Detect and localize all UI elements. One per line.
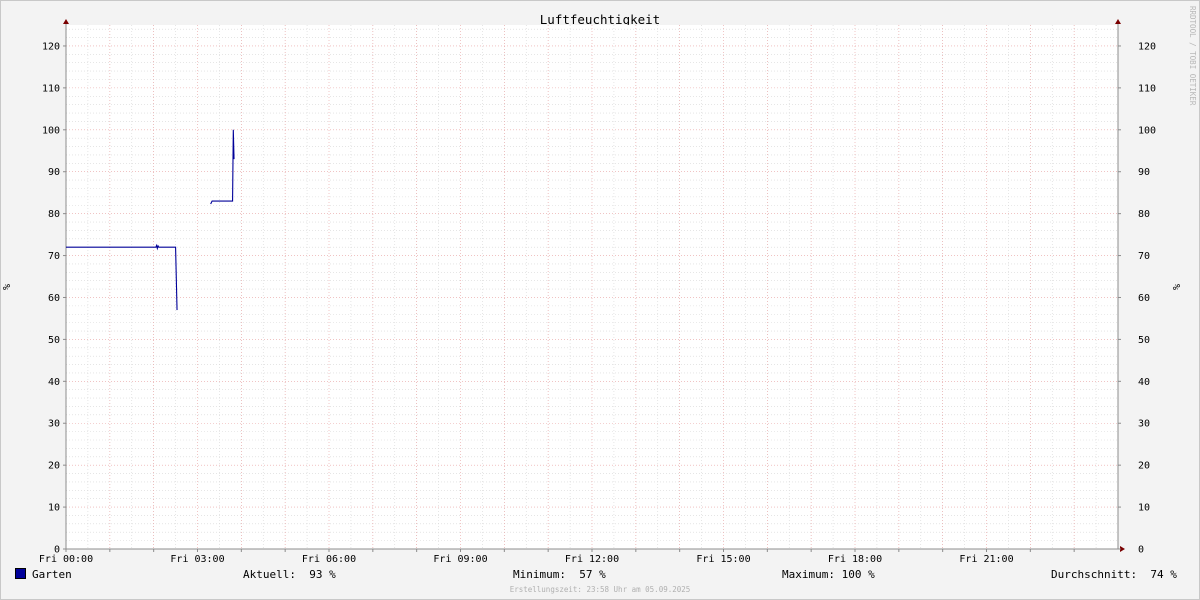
x-tick-label: Fri 09:00 xyxy=(433,554,487,565)
y-tick-label-right: 60 xyxy=(1138,293,1150,304)
legend-current-label: Aktuell: xyxy=(243,568,296,581)
legend-series-name: Garten xyxy=(32,568,72,581)
legend-avg-value: 74 % xyxy=(1150,568,1177,581)
legend-series: Garten xyxy=(15,568,72,581)
legend-average: Durchschnitt: 74 % xyxy=(1051,568,1177,581)
x-tick-label: Fri 18:00 xyxy=(828,554,882,565)
legend-current-value: 93 % xyxy=(309,568,336,581)
legend-maximum: Maximum: 100 % xyxy=(782,568,875,581)
y-tick-label-left: 110 xyxy=(42,83,60,94)
legend-min-label: Minimum: xyxy=(513,568,566,581)
legend-swatch xyxy=(15,568,26,579)
y-tick-label-left: 100 xyxy=(42,125,60,136)
legend-min-value: 57 % xyxy=(579,568,606,581)
y-tick-label-right: 10 xyxy=(1138,503,1150,514)
y-tick-label-left: 90 xyxy=(48,167,60,178)
y-tick-label-left: 30 xyxy=(48,419,60,430)
y-tick-label-left: 80 xyxy=(48,209,60,220)
legend-avg-label: Durchschnitt: xyxy=(1051,568,1138,581)
y-tick-label-right: 110 xyxy=(1138,83,1156,94)
chart-title: Luftfeuchtigkeit xyxy=(540,12,660,27)
x-tick-label: Fri 06:00 xyxy=(302,554,356,565)
y-tick-label-right: 0 xyxy=(1138,545,1144,556)
y-tick-label-right: 120 xyxy=(1138,41,1156,52)
legend: Garten Aktuell: 93 % Minimum: 57 % Maxim… xyxy=(0,568,1200,584)
y-tick-label-left: 10 xyxy=(48,503,60,514)
y-tick-label-right: 30 xyxy=(1138,419,1150,430)
y-tick-label-left: 20 xyxy=(48,461,60,472)
x-tick-label: Fri 21:00 xyxy=(959,554,1013,565)
legend-max-value: 100 % xyxy=(841,568,875,581)
x-tick-label: Fri 03:00 xyxy=(170,554,224,565)
y-tick-label-right: 90 xyxy=(1138,167,1150,178)
y-tick-label-right: 80 xyxy=(1138,209,1150,220)
legend-max-label: Maximum: xyxy=(782,568,835,581)
y-axis-label-left: % xyxy=(2,284,13,290)
y-axis-right-arrow xyxy=(1115,19,1121,24)
y-axis-label-right: % xyxy=(1172,284,1183,290)
y-tick-label-left: 120 xyxy=(42,41,60,52)
y-tick-label-right: 40 xyxy=(1138,377,1150,388)
y-axis-left-arrow xyxy=(63,19,69,24)
x-tick-label: Fri 00:00 xyxy=(39,554,93,565)
y-tick-label-left: 40 xyxy=(48,377,60,388)
legend-minimum: Minimum: 57 % xyxy=(513,568,606,581)
y-tick-label-left: 60 xyxy=(48,293,60,304)
y-tick-label-left: 70 xyxy=(48,251,60,262)
y-tick-label-right: 100 xyxy=(1138,125,1156,136)
footer-timestamp: Erstellungszeit: 23:58 Uhr am 05.09.2025 xyxy=(509,585,691,594)
watermark: RRDTOOL / TOBI OETIKER xyxy=(1188,6,1197,106)
y-tick-label-left: 50 xyxy=(48,335,60,346)
chart-canvas: Luftfeuchtigkeit % % RRDTOOL / TOBI OETI… xyxy=(2,6,1197,565)
legend-current: Aktuell: 93 % xyxy=(243,568,336,581)
x-tick-label: Fri 15:00 xyxy=(696,554,750,565)
y-tick-label-right: 70 xyxy=(1138,251,1150,262)
y-tick-label-right: 20 xyxy=(1138,461,1150,472)
x-tick-label: Fri 12:00 xyxy=(565,554,619,565)
y-tick-label-right: 50 xyxy=(1138,335,1150,346)
